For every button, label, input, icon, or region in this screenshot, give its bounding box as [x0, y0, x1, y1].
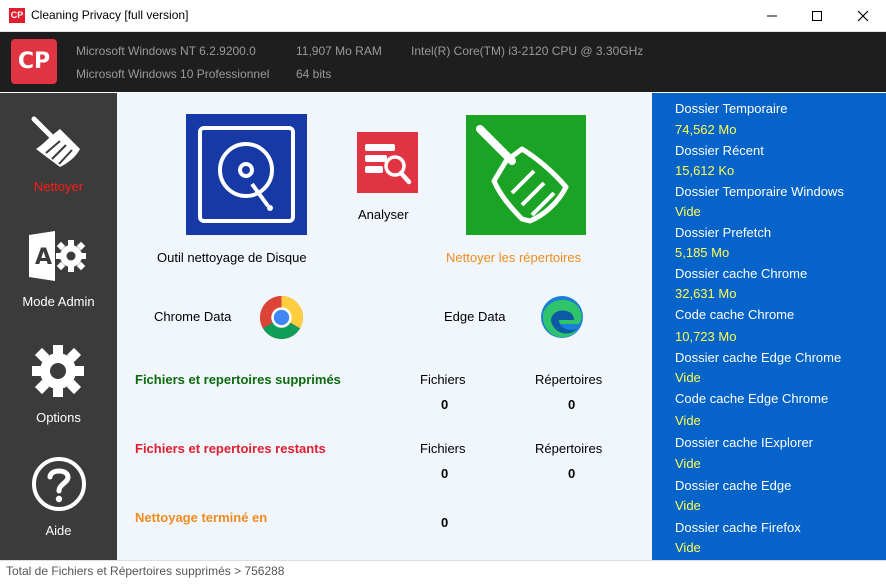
- analyze-label: Analyser: [358, 207, 409, 222]
- folder-label-temp-windows: Dossier Temporaire Windows: [675, 184, 844, 199]
- remaining-title: Fichiers et repertoires restants: [135, 441, 326, 456]
- folder-value-edge-cache: Vide: [675, 498, 701, 513]
- folder-label-edge-cache: Dossier cache Edge: [675, 478, 792, 493]
- help-icon: [32, 457, 86, 511]
- edge-data-label: Edge Data: [444, 309, 506, 324]
- cpu-info: Intel(R) Core(TM) i3-2120 CPU @ 3.30GHz: [411, 44, 644, 58]
- app-icon: CP: [9, 8, 25, 23]
- os-name: Microsoft Windows 10 Professionnel: [76, 67, 270, 81]
- analyze-icon: [365, 144, 412, 185]
- remaining-files-value: 0: [441, 466, 449, 481]
- remaining-dirs-value: 0: [568, 466, 576, 481]
- sidebar-item-aide[interactable]: Aide: [0, 452, 117, 547]
- folder-label-chrome-code-cache: Code cache Chrome: [675, 307, 795, 322]
- folder-value-temp: 74,562 Mo: [675, 122, 737, 137]
- maximize-button[interactable]: [794, 0, 840, 31]
- deleted-files-header: Fichiers: [420, 372, 466, 387]
- sidebar-item-mode-admin[interactable]: A Mode Admin: [0, 225, 117, 315]
- folder-value-temp-windows: Vide: [675, 204, 701, 219]
- svg-text:A: A: [35, 245, 52, 270]
- broom-icon: [476, 125, 569, 224]
- folder-label-chrome-cache: Dossier cache Chrome: [675, 266, 808, 281]
- clean-dirs-button[interactable]: [466, 115, 586, 235]
- deleted-title: Fichiers et repertoires supprimés: [135, 372, 341, 387]
- disk-tool-button[interactable]: [186, 114, 307, 235]
- deleted-files-value: 0: [441, 397, 449, 412]
- close-button[interactable]: [840, 0, 886, 31]
- folder-value-edge-chrome-cache: Vide: [675, 370, 701, 385]
- chrome-data-label: Chrome Data: [154, 309, 232, 324]
- gear-icon: [32, 345, 84, 397]
- folder-label-iexplorer-cache: Dossier cache IExplorer: [675, 435, 813, 450]
- finished-title: Nettoyage terminé en: [135, 510, 268, 525]
- close-icon: [857, 10, 869, 21]
- broom-icon: [31, 116, 80, 167]
- folder-label-temp: Dossier Temporaire: [675, 101, 788, 116]
- folder-label-firefox-cache: Dossier cache Firefox: [675, 520, 801, 535]
- ram-info: 11,907 Mo RAM: [296, 44, 382, 58]
- sidebar-item-label: Nettoyer: [33, 179, 84, 194]
- folder-value-edge-chrome-code: Vide: [675, 413, 701, 428]
- folder-label-edge-chrome-cache: Dossier cache Edge Chrome: [675, 350, 842, 365]
- system-info-bar: [0, 32, 886, 92]
- sidebar-item-label: Mode Admin: [22, 294, 95, 309]
- clean-dirs-label: Nettoyer les répertoires: [446, 250, 582, 265]
- folder-value-chrome-code-cache: 10,723 Mo: [675, 329, 737, 344]
- edge-icon[interactable]: [539, 294, 585, 340]
- app-logo: CP: [11, 39, 57, 84]
- disk-tool-label: Outil nettoyage de Disque: [157, 250, 307, 265]
- folder-label-recent: Dossier Récent: [675, 143, 764, 158]
- admin-gear-icon: A: [29, 231, 86, 281]
- remaining-files-header: Fichiers: [420, 441, 466, 456]
- folder-value-prefetch: 5,185 Mo: [675, 245, 730, 260]
- analyze-button[interactable]: [357, 132, 418, 193]
- sidebar-item-nettoyer[interactable]: Nettoyer: [0, 100, 117, 210]
- os-nt-version: Microsoft Windows NT 6.2.9200.0: [76, 44, 256, 58]
- deleted-dirs-value: 0: [568, 397, 576, 412]
- folder-value-chrome-cache: 32,631 Mo: [675, 286, 737, 301]
- chrome-icon[interactable]: [259, 295, 304, 340]
- finished-value: 0: [441, 515, 449, 530]
- sidebar-item-label: Aide: [45, 523, 72, 538]
- sidebar-item-options[interactable]: Options: [0, 340, 117, 430]
- deleted-dirs-header: Répertoires: [535, 372, 603, 387]
- remaining-dirs-header: Répertoires: [535, 441, 603, 456]
- minimize-button[interactable]: [749, 0, 795, 31]
- folder-label-edge-chrome-code: Code cache Edge Chrome: [675, 391, 829, 406]
- folder-label-prefetch: Dossier Prefetch: [675, 225, 772, 240]
- folder-value-firefox-cache: Vide: [675, 540, 701, 555]
- folder-value-recent: 15,612 Ko: [675, 163, 735, 178]
- folder-value-iexplorer-cache: Vide: [675, 456, 701, 471]
- os-bits: 64 bits: [296, 67, 332, 81]
- minimize-icon: [767, 15, 777, 16]
- maximize-icon: [812, 10, 822, 21]
- window-title: Cleaning Privacy [full version]: [31, 8, 189, 22]
- status-text: Total de Fichiers et Répertoires supprim…: [6, 564, 285, 578]
- sidebar-item-label: Options: [36, 410, 81, 425]
- disk-icon: [198, 126, 295, 223]
